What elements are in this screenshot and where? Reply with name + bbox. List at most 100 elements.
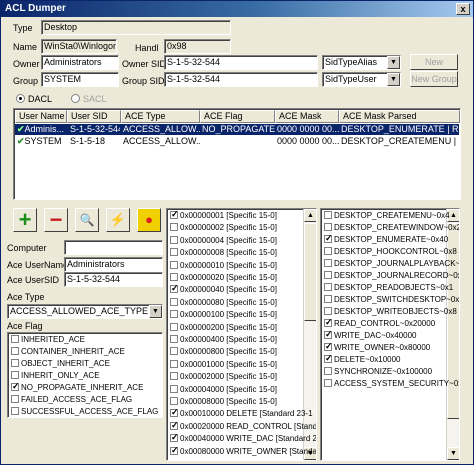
checkbox-item[interactable]: 0x00000010 [Specific 15-0] — [170, 260, 277, 272]
owner-sid-label: Owner SID — [122, 59, 167, 69]
checkbox-item[interactable]: SYNCHRONIZE~0x100000 — [324, 367, 432, 378]
mask-bits-list[interactable]: ▲ ▼ 0x00000001 [Specific 15-0]0x00000002… — [166, 208, 317, 461]
ace-usersid-field[interactable]: S-1-5-32-544 — [64, 272, 163, 287]
checkbox-item[interactable]: DESKTOP_SWITCHDESKTOP~0x1 — [324, 295, 459, 306]
group-field[interactable]: SYSTEM — [41, 72, 119, 87]
ace-flag-label: Ace Flag — [7, 321, 43, 331]
checkbox-empty-icon — [324, 223, 332, 231]
ace-list[interactable]: User Name User SID ACE Type ACE Flag ACE… — [13, 108, 461, 200]
checkbox-empty-icon — [324, 271, 332, 279]
checkbox-item[interactable]: 0x00000800 [Specific 15-0] — [170, 347, 277, 358]
group-sidtype-combo[interactable]: SidTypeUser ▼ — [322, 72, 401, 87]
sacl-radio[interactable]: SACL — [71, 94, 107, 105]
dacl-label: DACL — [28, 94, 53, 104]
checkbox-item[interactable]: WRITE_DAC~0x40000 — [324, 329, 416, 342]
checkbox-item[interactable]: 0x00080000 WRITE_OWNER [Standa — [170, 445, 317, 458]
checkbox-checked-icon — [170, 420, 179, 430]
checkbox-empty-icon — [170, 273, 178, 281]
checkbox-item[interactable]: FAILED_ACCESS_ACE_FLAG — [11, 395, 132, 406]
table-row[interactable]: ✔Adminis... S-1-5-32-544 ACCESS_ALLOW...… — [15, 124, 459, 135]
find-button[interactable]: 🔍 — [75, 208, 99, 232]
col-header-user-name[interactable]: User Name — [15, 110, 67, 123]
new-owner-button[interactable]: New Owner — [410, 54, 458, 81]
col-header-ace-type[interactable]: ACE Type — [121, 110, 200, 123]
checkbox-checked-icon — [324, 341, 333, 351]
checkbox-item[interactable]: 0x00004000 [Specific 15-0] — [170, 384, 277, 396]
checkbox-item[interactable]: READ_CONTROL~0x20000 — [324, 317, 435, 330]
checkbox-item[interactable]: 0x00000020 [Specific 15-0] — [170, 273, 277, 284]
checkbox-empty-icon — [170, 384, 178, 393]
checkbox-item[interactable]: DESKTOP_WRITEOBJECTS~0x8 — [324, 307, 457, 318]
checkbox-item[interactable]: 0x00000200 [Specific 15-0] — [170, 322, 277, 334]
cell-parsed: DESKTOP_CREATEMENU | D... — [341, 136, 459, 146]
checkbox-item[interactable]: 0x00001000 [Specific 15-0] — [170, 359, 277, 371]
checkbox-item[interactable]: 0x00000080 [Specific 15-0] — [170, 297, 277, 309]
checkbox-item[interactable]: SUCCESSFUL_ACCESS_ACE_FLAG — [11, 407, 158, 417]
name-label: Name — [13, 42, 38, 52]
type-label: Type — [13, 23, 33, 33]
col-header-ace-flag[interactable]: ACE Flag — [200, 110, 275, 123]
chevron-down-icon: ▼ — [149, 305, 162, 318]
remove-ace-button[interactable]: − — [44, 208, 68, 232]
parsed-rights-list[interactable]: ▲ ▼ DESKTOP_CREATEMENU~0x4 DESKTOP_CREATE… — [320, 208, 460, 461]
checkbox-item[interactable]: DESKTOP_CREATEWINDOW~0x2 — [324, 223, 459, 234]
ace-usersid-label: Ace UserSID — [7, 275, 60, 285]
checkbox-item[interactable]: DESKTOP_JOURNALRECORD~0x1 — [324, 271, 459, 282]
col-header-user-sid[interactable]: User SID — [67, 110, 121, 123]
checkbox-item[interactable]: DESKTOP_HOOKCONTROL~0x8 — [324, 247, 457, 258]
checkbox-item[interactable]: 0x00000100 [Specific 15-0] — [170, 310, 277, 321]
new-group-button[interactable]: New Group — [410, 71, 458, 87]
checkbox-item[interactable]: 0x00010000 DELETE [Standard 23-1 — [170, 407, 313, 420]
add-ace-button[interactable]: + — [13, 208, 37, 232]
owner-sid-field[interactable]: S-1-5-32-544 — [164, 55, 318, 70]
checkbox-label: 0x00010000 DELETE [Standard 23-1 — [180, 409, 313, 419]
ace-flag-list[interactable]: INHERITED_ACE CONTAINER_INHERIT_ACE OBJECT… — [7, 332, 163, 418]
group-sid-field[interactable]: S-1-5-32-544 — [164, 72, 318, 87]
checkbox-item[interactable]: 0x00000004 [Specific 15-0] — [170, 235, 277, 247]
cell-user: Adminis... — [24, 124, 65, 134]
dacl-radio[interactable]: DACL — [16, 94, 52, 105]
owner-label: Owner — [13, 59, 40, 69]
cell-type: ACCESS_ALLOW... — [123, 136, 200, 146]
scroll-down-icon[interactable]: ▼ — [447, 447, 459, 460]
checkbox-item[interactable]: 0x00000400 [Specific 15-0] — [170, 335, 277, 346]
col-header-ace-mask-parsed[interactable]: ACE Mask Parsed — [339, 110, 460, 123]
edit-button[interactable]: ⚡ — [106, 208, 130, 232]
checkbox-item[interactable]: 0x00020000 READ_CONTROL [Standar — [170, 420, 316, 433]
checkbox-item[interactable]: 0x00000040 [Specific 15-0] — [170, 283, 277, 296]
checkbox-item[interactable]: DELETE~0x10000 — [324, 353, 401, 366]
checkbox-item[interactable]: 0x00000001 [Specific 15-0] — [170, 209, 277, 222]
checkbox-item[interactable]: 0x00002000 [Specific 15-0] — [170, 372, 277, 383]
checkbox-empty-icon — [324, 247, 332, 255]
checkbox-item[interactable]: DESKTOP_JOURNALPLAYBACK~0x — [324, 259, 459, 270]
computer-field[interactable] — [64, 240, 163, 255]
close-button[interactable]: x — [456, 3, 470, 15]
col-header-ace-mask[interactable]: ACE Mask — [275, 110, 339, 123]
ace-type-combo[interactable]: ACCESS_ALLOWED_ACE_TYPE ▼ — [7, 304, 163, 319]
checkbox-item[interactable]: OBJECT_INHERIT_ACE — [11, 359, 110, 370]
scroll-up-icon[interactable]: ▲ — [304, 209, 316, 222]
properties-button[interactable]: ● — [137, 208, 161, 232]
table-row[interactable]: ✔SYSTEM S-1-5-18 ACCESS_ALLOW... 0000 00… — [15, 136, 459, 147]
checkbox-item[interactable]: WRITE_OWNER~0x80000 — [324, 341, 430, 354]
checkbox-item[interactable]: DESKTOP_ENUMERATE~0x40 — [324, 233, 448, 246]
ace-username-field[interactable]: Administrators — [64, 257, 163, 272]
owner-sidtype-combo[interactable]: SidTypeAlias ▼ — [322, 55, 401, 70]
checkbox-item[interactable]: ACCESS_SYSTEM_SECURITY~0x1 — [324, 379, 459, 390]
checkbox-item[interactable]: 0x00008000 [Specific 15-0] — [170, 397, 277, 408]
checkbox-item[interactable]: INHERIT_ONLY_ACE — [11, 371, 100, 382]
checkbox-label: 0x00080000 WRITE_OWNER [Standa — [180, 446, 317, 456]
checkbox-item[interactable]: 0x00040000 WRITE_DAC [Standard 2 — [170, 432, 316, 445]
checkbox-item[interactable]: 0x00000002 [Specific 15-0] — [170, 223, 277, 234]
checkbox-checked-icon — [11, 381, 20, 391]
checkbox-item[interactable]: DESKTOP_READOBJECTS~0x1 — [324, 283, 453, 294]
checkbox-label: 0x00000800 [Specific 15-0] — [180, 347, 277, 357]
checkbox-item[interactable]: DESKTOP_CREATEMENU~0x4 — [324, 211, 450, 222]
owner-field[interactable]: Administrators — [41, 55, 119, 70]
checkbox-item[interactable]: 0x00000008 [Specific 15-0] — [170, 248, 277, 259]
checkbox-item[interactable]: CONTAINER_INHERIT_ACE — [11, 347, 125, 358]
checkbox-item[interactable]: INHERITED_ACE — [11, 335, 85, 346]
scroll-thumb[interactable] — [304, 223, 316, 321]
checkbox-item[interactable]: NO_PROPAGATE_INHERIT_ACE — [11, 381, 143, 394]
checkbox-empty-icon — [11, 371, 19, 379]
